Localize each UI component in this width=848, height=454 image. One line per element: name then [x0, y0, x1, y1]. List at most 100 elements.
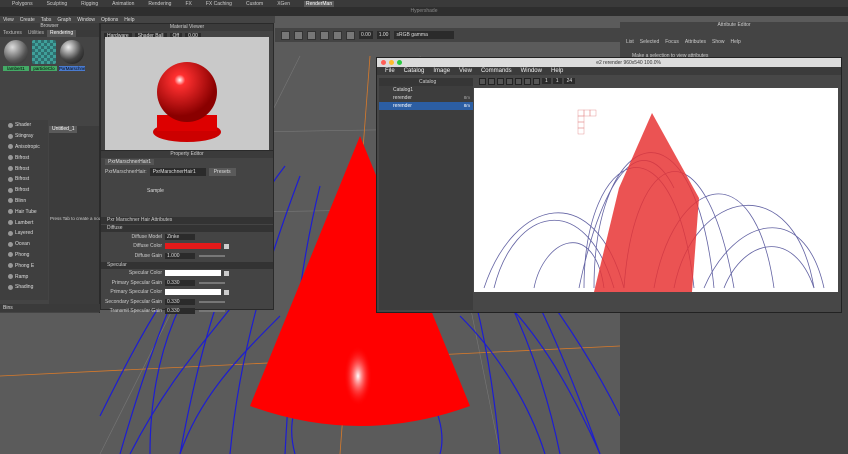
grid-icon[interactable]: [294, 30, 303, 40]
snapshot-icon[interactable]: [488, 77, 495, 85]
shelf-tab-sculpting[interactable]: Sculpting: [47, 1, 68, 7]
diffuse-gain-field[interactable]: 1.000: [165, 252, 195, 259]
diffuse-gain-slider[interactable]: [199, 254, 225, 257]
transmit-gain-slider[interactable]: [199, 310, 225, 313]
secondary-gain-slider[interactable]: [199, 300, 225, 303]
create-item[interactable]: Bifrost: [0, 174, 48, 185]
it-menu-help[interactable]: Help: [551, 68, 563, 74]
menu-help[interactable]: Help: [124, 17, 134, 23]
create-item[interactable]: Layered: [0, 228, 48, 239]
ae-menu-help[interactable]: Help: [731, 39, 741, 45]
name-field[interactable]: PxrMarschnerHair1: [149, 168, 206, 176]
create-item[interactable]: Bifrost: [0, 185, 48, 196]
menu-graph[interactable]: Graph: [57, 17, 71, 23]
menu-options[interactable]: Options: [101, 17, 118, 23]
render-image[interactable]: [474, 88, 838, 292]
crop-icon[interactable]: [506, 77, 513, 85]
channel-icon[interactable]: [497, 77, 504, 85]
create-item[interactable]: Bifrost: [0, 152, 48, 163]
minimize-icon[interactable]: [389, 60, 394, 65]
grid-icon[interactable]: [479, 77, 486, 85]
shaded-icon[interactable]: [320, 30, 329, 40]
menu-tabs[interactable]: Tabs: [41, 17, 52, 23]
shelf-tab-fx[interactable]: FX: [185, 1, 191, 7]
secondary-gain-field[interactable]: 0.330: [165, 298, 195, 305]
create-item[interactable]: Lambert: [0, 217, 48, 228]
render-icon[interactable]: [515, 77, 522, 85]
tab-rendering[interactable]: Rendering: [47, 30, 77, 37]
create-item[interactable]: Hair Tube: [0, 206, 48, 217]
it-menu-image[interactable]: Image: [433, 68, 450, 74]
menu-create[interactable]: Create: [20, 17, 35, 23]
create-item[interactable]: Ocean: [0, 239, 48, 250]
it-menu-view[interactable]: View: [459, 68, 472, 74]
create-item[interactable]: Anisotropic: [0, 142, 48, 153]
specular-color-swatch[interactable]: [165, 270, 221, 277]
map-button[interactable]: [224, 270, 229, 276]
presets-button[interactable]: Presets: [208, 168, 236, 176]
map-button[interactable]: [224, 243, 229, 249]
catalog-item-selected[interactable]: rerender 8m: [379, 102, 473, 110]
shelf-tab-rigging[interactable]: Rigging: [81, 1, 98, 7]
primary-gain-field[interactable]: 0.330: [165, 279, 195, 286]
ae-menu-show[interactable]: Show: [712, 39, 725, 45]
shelf-tab-polygons[interactable]: Polygons: [12, 1, 33, 7]
menu-view[interactable]: View: [3, 17, 14, 23]
frame-current-field[interactable]: 1: [552, 78, 562, 84]
lighting-icon[interactable]: [333, 30, 342, 40]
camera-icon[interactable]: [281, 30, 290, 40]
color-space-select[interactable]: sRGB gamma: [394, 31, 455, 39]
transmit-gain-field[interactable]: 0.330: [165, 308, 195, 315]
node-tab[interactable]: PxrMarschnerHair1: [105, 159, 155, 165]
create-item[interactable]: Phong E: [0, 260, 48, 271]
swatch-pxrmarschnerhair[interactable]: PxrMarschnerHair1: [59, 40, 85, 76]
diffuse-model-select[interactable]: Zinke: [165, 233, 195, 240]
frame-end-field[interactable]: 24: [563, 78, 576, 84]
create-item[interactable]: Phong: [0, 250, 48, 261]
it-menu-file[interactable]: File: [385, 68, 395, 74]
diffuse-color-swatch[interactable]: [165, 243, 221, 250]
menu-window[interactable]: Window: [77, 17, 95, 23]
shelf-tab-fx-caching[interactable]: FX Caching: [206, 1, 232, 7]
shadow-icon[interactable]: [346, 30, 355, 40]
create-item[interactable]: Bifrost: [0, 163, 48, 174]
shelf-tab-xgen[interactable]: XGen: [277, 1, 290, 7]
tab-utilities[interactable]: Utilities: [25, 30, 47, 37]
section-diffuse[interactable]: Diffuse: [101, 225, 273, 232]
primary-gain-slider[interactable]: [199, 281, 225, 284]
catalog-item[interactable]: rerender 8m: [379, 94, 473, 102]
ae-menu-attributes[interactable]: Attributes: [685, 39, 706, 45]
section-main[interactable]: Pxr Marschner Hair Attributes: [101, 217, 273, 224]
tab-textures[interactable]: Textures: [0, 30, 25, 37]
node-graph[interactable]: Untitled_1 Press Tab to create a node: [49, 126, 104, 304]
create-item[interactable]: Ramp: [0, 271, 48, 282]
ae-menu-focus[interactable]: Focus: [665, 39, 679, 45]
shelf-tab-rendering[interactable]: Rendering: [148, 1, 171, 7]
swatch-particlecloud[interactable]: particleClo: [31, 40, 57, 76]
catalog-item[interactable]: Catalog1: [379, 86, 473, 94]
create-item[interactable]: Shader: [0, 120, 48, 131]
section-specular[interactable]: Specular: [101, 261, 273, 269]
wireframe-icon[interactable]: [307, 30, 316, 40]
frame-start-field[interactable]: 1: [542, 78, 551, 84]
play-icon[interactable]: [524, 77, 531, 85]
create-item[interactable]: Stingray: [0, 131, 48, 142]
close-icon[interactable]: [381, 60, 386, 65]
shelf-tab-animation[interactable]: Animation: [112, 1, 134, 7]
primary-color-swatch[interactable]: [165, 289, 221, 296]
exposure-field[interactable]: 0.00: [359, 31, 373, 39]
tab-untitled[interactable]: Untitled_1: [49, 126, 77, 133]
gamma-field[interactable]: 1.00: [376, 31, 391, 39]
stop-icon[interactable]: [533, 77, 540, 85]
shelf-tab-custom[interactable]: Custom: [246, 1, 263, 7]
it-menu-commands[interactable]: Commands: [481, 68, 512, 74]
create-item[interactable]: Blinn: [0, 196, 48, 207]
map-button[interactable]: [224, 289, 229, 295]
create-item[interactable]: Shading: [0, 282, 48, 293]
ae-menu-selected[interactable]: Selected: [640, 39, 659, 45]
it-menu-window[interactable]: Window: [521, 68, 542, 74]
shelf-tab-renderman[interactable]: RenderMan: [303, 0, 335, 7]
swatch-lambert1[interactable]: lambert1: [3, 40, 29, 76]
maximize-icon[interactable]: [397, 60, 402, 65]
ae-menu-list[interactable]: List: [626, 39, 634, 45]
